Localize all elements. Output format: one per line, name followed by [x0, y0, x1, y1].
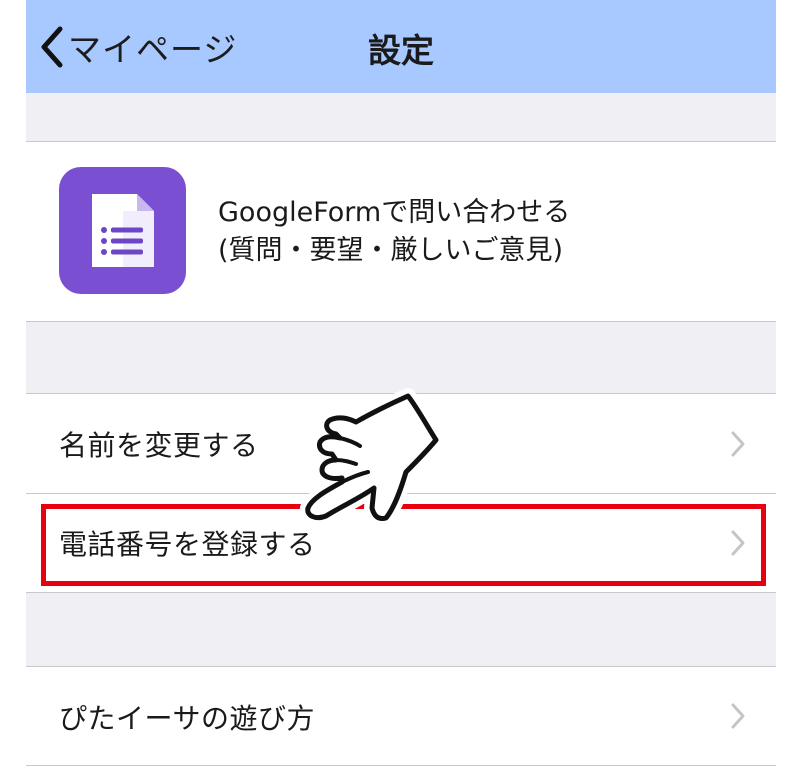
- contact-text: GoogleFormで問い合わせる (質問・要望・厳しいご意見): [218, 194, 570, 270]
- how-to-play-row[interactable]: ぴたイーサの遊び方: [26, 666, 776, 766]
- how-to-play-label: ぴたイーサの遊び方: [59, 702, 315, 735]
- page-title: 設定: [368, 31, 434, 70]
- change-name-label: 名前を変更する: [59, 428, 259, 462]
- chevron-right-icon: [731, 431, 745, 456]
- chevron-right-icon: [731, 703, 745, 729]
- contact-google-form-row[interactable]: GoogleFormで問い合わせる (質問・要望・厳しいご意見): [26, 141, 776, 322]
- pointing-hand-icon: [299, 388, 444, 527]
- section-separator: [26, 93, 776, 141]
- section-separator: [26, 593, 776, 666]
- google-forms-icon: [59, 167, 186, 294]
- settings-screen: マイページ 設定 GoogleFormで問い合わせる (質問・要望・厳しいご意見…: [26, 0, 776, 766]
- contact-subtitle: (質問・要望・厳しいご意見): [218, 235, 564, 266]
- navigation-bar: マイページ 設定: [26, 0, 776, 93]
- section-separator: [26, 322, 776, 393]
- contact-title: GoogleFormで問い合わせる: [218, 197, 571, 228]
